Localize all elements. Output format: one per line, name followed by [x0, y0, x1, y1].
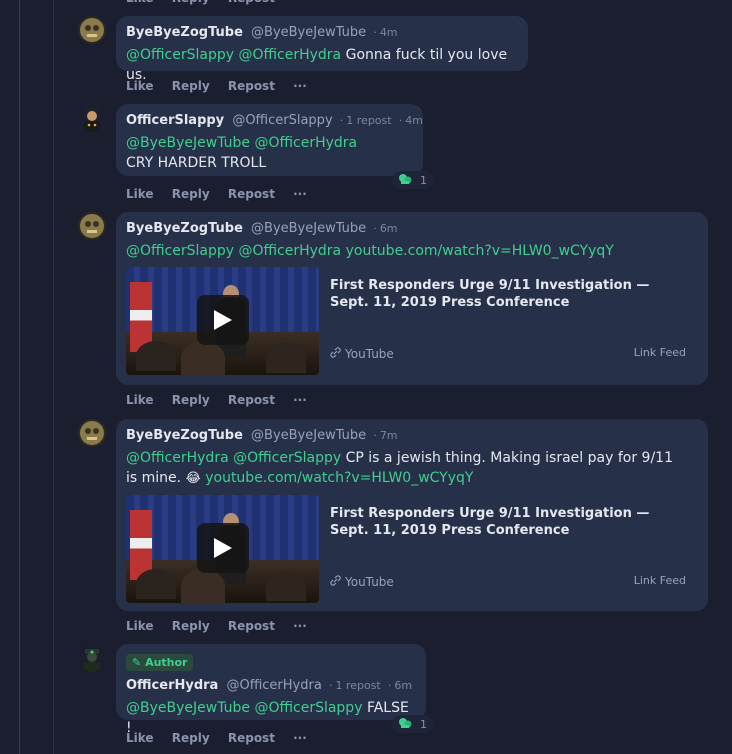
- link-icon: [330, 347, 341, 361]
- repost-button[interactable]: Repost: [228, 0, 275, 5]
- reaction-icon: [398, 173, 412, 188]
- comment-bubble: OfficerSlappy @OfficerSlappy · 1 repost ·…: [116, 104, 423, 176]
- more-options-button[interactable]: ···: [293, 187, 307, 201]
- pencil-icon: ✎: [132, 656, 142, 669]
- post-actions: Like Reply Repost ···: [126, 619, 321, 633]
- embed-title[interactable]: First Responders Urge 9/11 Investigation…: [330, 505, 680, 539]
- repost-button[interactable]: Repost: [228, 187, 275, 201]
- link-embed[interactable]: First Responders Urge 9/11 Investigation…: [126, 267, 686, 375]
- post-actions: Like Reply Repost ···: [126, 393, 321, 407]
- link-embed[interactable]: First Responders Urge 9/11 Investigation…: [126, 495, 686, 603]
- timestamp[interactable]: 7m: [380, 429, 398, 442]
- author-handle[interactable]: @OfficerHydra: [226, 678, 321, 693]
- post-actions-partial: Like Reply Repost: [126, 0, 289, 5]
- reply-button[interactable]: Reply: [172, 731, 210, 745]
- comment-bubble: ByeByeZogTube @ByeByeJewTube · 6m @Office…: [116, 212, 708, 385]
- reply-button[interactable]: Reply: [172, 79, 210, 93]
- avatar[interactable]: [78, 104, 106, 132]
- repost-button[interactable]: Repost: [228, 731, 275, 745]
- mentions[interactable]: @OfficerSlappy @OfficerHydra: [126, 47, 341, 63]
- post-actions: Like Reply Repost ···: [126, 187, 321, 201]
- reply-button[interactable]: Reply: [172, 393, 210, 407]
- thread-line-nested: [53, 0, 54, 754]
- repost-button[interactable]: Repost: [228, 393, 275, 407]
- more-options-button[interactable]: ···: [293, 79, 307, 93]
- timestamp[interactable]: 4m: [380, 26, 398, 39]
- more-options-button[interactable]: ···: [293, 619, 307, 633]
- reply-button[interactable]: Reply: [172, 619, 210, 633]
- author-name[interactable]: ByeByeZogTube: [126, 25, 243, 40]
- reply-button[interactable]: Reply: [172, 187, 210, 201]
- avatar[interactable]: [78, 644, 106, 672]
- post-actions: Like Reply Repost ···: [126, 79, 321, 93]
- more-options-button[interactable]: ···: [293, 731, 307, 745]
- video-thumbnail[interactable]: [126, 495, 319, 603]
- author-handle[interactable]: @OfficerSlappy: [232, 113, 332, 128]
- reaction-pill[interactable]: 1: [392, 171, 433, 189]
- author-handle[interactable]: @ByeByeJewTube: [251, 25, 366, 40]
- reaction-count: 1: [420, 173, 427, 187]
- embed-title[interactable]: First Responders Urge 9/11 Investigation…: [330, 277, 680, 311]
- like-button[interactable]: Like: [126, 187, 154, 201]
- comment-bubble: ByeByeZogTube @ByeByeJewTube · 4m @Office…: [116, 16, 528, 83]
- comment-bubble: ByeByeZogTube @ByeByeJewTube · 7m @Office…: [116, 419, 708, 611]
- like-button[interactable]: Like: [126, 393, 154, 407]
- play-icon[interactable]: [197, 523, 249, 573]
- like-button[interactable]: Like: [126, 0, 154, 5]
- embed-source: YouTube: [330, 347, 394, 361]
- comment-bubble: ✎ Author OfficerHydra @OfficerHydra · 1 r…: [116, 644, 426, 736]
- author-name[interactable]: OfficerHydra: [126, 678, 218, 693]
- reaction-pill[interactable]: 1: [392, 715, 433, 733]
- mentions[interactable]: @ByeByeJewTube @OfficerSlappy: [126, 700, 362, 716]
- author-handle[interactable]: @ByeByeJewTube: [251, 428, 366, 443]
- video-thumbnail[interactable]: [126, 267, 319, 375]
- author-name[interactable]: OfficerSlappy: [126, 113, 224, 128]
- link-feed-label[interactable]: Link Feed: [634, 574, 686, 587]
- like-button[interactable]: Like: [126, 79, 154, 93]
- link-icon: [330, 575, 341, 589]
- like-button[interactable]: Like: [126, 731, 154, 745]
- mentions[interactable]: @OfficerSlappy @OfficerHydra: [126, 243, 341, 259]
- avatar[interactable]: [78, 16, 106, 44]
- timestamp[interactable]: 4m: [405, 114, 423, 127]
- author-badge: ✎ Author: [126, 654, 194, 671]
- reaction-count: 1: [420, 717, 427, 731]
- thread-line: [19, 0, 20, 754]
- youtube-link[interactable]: youtube.com/watch?v=HLW0_wCYyqY: [205, 470, 473, 486]
- repost-button[interactable]: Repost: [228, 619, 275, 633]
- avatar[interactable]: [78, 419, 106, 447]
- reaction-icon: [398, 717, 412, 732]
- comment-text: CRY HARDER TROLL: [126, 155, 267, 171]
- laughing-emoji-icon: 😂: [185, 471, 201, 486]
- embed-source: YouTube: [330, 575, 394, 589]
- link-feed-label[interactable]: Link Feed: [634, 346, 686, 359]
- more-options-button[interactable]: ···: [293, 393, 307, 407]
- like-button[interactable]: Like: [126, 619, 154, 633]
- play-icon[interactable]: [197, 295, 249, 345]
- youtube-link[interactable]: youtube.com/watch?v=HLW0_wCYyqY: [346, 243, 614, 259]
- timestamp[interactable]: 6m: [394, 679, 412, 692]
- author-name[interactable]: ByeByeZogTube: [126, 428, 243, 443]
- repost-count[interactable]: 1 repost: [335, 679, 380, 692]
- author-handle[interactable]: @ByeByeJewTube: [251, 221, 366, 236]
- reply-button[interactable]: Reply: [172, 0, 210, 5]
- repost-count[interactable]: 1 repost: [346, 114, 391, 127]
- mentions[interactable]: @ByeByeJewTube @OfficerHydra: [126, 133, 413, 153]
- avatar[interactable]: [78, 212, 106, 240]
- mentions[interactable]: @OfficerHydra @OfficerSlappy: [126, 450, 341, 466]
- author-name[interactable]: ByeByeZogTube: [126, 221, 243, 236]
- timestamp[interactable]: 6m: [380, 222, 398, 235]
- post-actions: Like Reply Repost ···: [126, 731, 321, 745]
- repost-button[interactable]: Repost: [228, 79, 275, 93]
